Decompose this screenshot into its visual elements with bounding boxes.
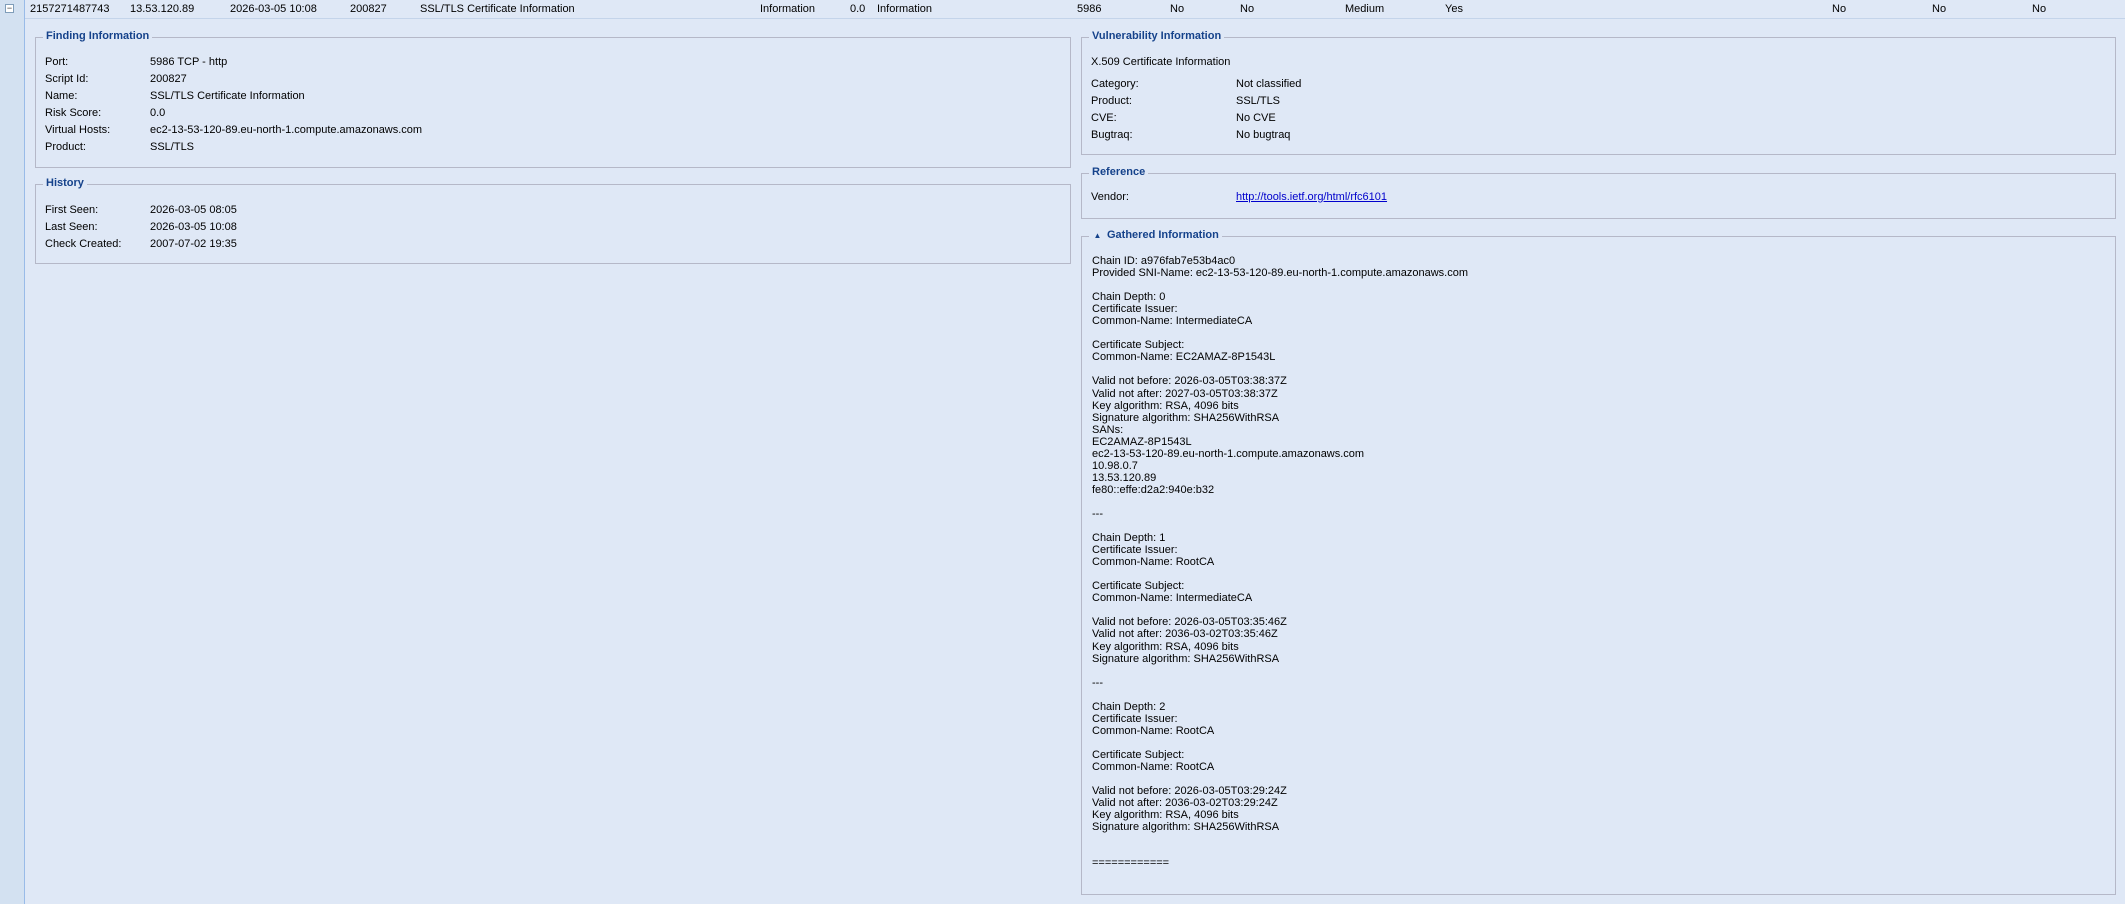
gathered-information-title: Gathered Information (1107, 229, 1219, 241)
gathered-information-text: Chain ID: a976fab7e53b4ac0 Provided SNI-… (1092, 255, 1469, 870)
field-value: SSL/TLS Certificate Information (150, 90, 305, 102)
field-value: SSL/TLS (150, 141, 195, 153)
field-value: Not classified (1236, 78, 1302, 90)
field-label: Last Seen: (45, 221, 98, 233)
field-value: 0.0 (150, 107, 166, 119)
field-label: Product: (45, 141, 86, 153)
field-label: Bugtraq: (1091, 129, 1133, 141)
field-label: Port: (45, 56, 69, 68)
row-type-cell: Information (877, 3, 933, 15)
gathered-information-legend[interactable]: ▲ Gathered Information (1089, 229, 1222, 241)
field-label: Product: (1091, 95, 1132, 107)
row-score-cell: 0.0 (850, 3, 866, 15)
field-label: Virtual Hosts: (45, 124, 111, 136)
field-label: Check Created: (45, 238, 122, 250)
row-expander-column (0, 0, 25, 904)
field-value: ec2-13-53-120-89.eu-north-1.compute.amaz… (150, 124, 423, 136)
field-label: Risk Score: (45, 107, 102, 119)
gathered-information-panel: ▲ Gathered Information Chain ID: a976fab7… (1081, 229, 2116, 895)
field-value: 2026-03-05 10:08 (150, 221, 237, 233)
field-label: Vendor: (1091, 191, 1129, 203)
row-flag-cell: No (1170, 3, 1185, 15)
row-id-cell: 2157271487743 (30, 3, 110, 15)
field-value: 200827 (150, 73, 187, 85)
field-value: 2026-03-05 08:05 (150, 204, 237, 216)
vulnerability-heading: X.509 Certificate Information (1091, 56, 1231, 68)
reference-panel: Reference Vendor: http://tools.ietf.org/… (1081, 166, 2116, 219)
row-script-id-cell: 200827 (350, 3, 387, 15)
row-ip-cell: 13.53.120.89 (130, 3, 195, 15)
row-level-cell: Medium (1345, 3, 1385, 15)
row-port-cell: 5986 (1077, 3, 1102, 15)
vendor-reference-link[interactable]: http://tools.ietf.org/html/rfc6101 (1236, 191, 1387, 203)
field-value: No CVE (1236, 112, 1276, 124)
field-label: CVE: (1091, 112, 1117, 124)
field-label: Category: (1091, 78, 1139, 90)
finding-information-title: Finding Information (43, 30, 153, 42)
reference-title: Reference (1089, 166, 1149, 178)
row-name-cell: SSL/TLS Certificate Information (420, 3, 575, 15)
finding-information-panel: Finding Information Port: 5986 TCP - htt… (35, 30, 1071, 168)
vulnerability-information-panel: Vulnerability Information X.509 Certific… (1081, 30, 2116, 155)
row-flag-cell: No (2032, 3, 2047, 15)
field-label: Script Id: (45, 73, 89, 85)
field-value: 2007-07-02 19:35 (150, 238, 237, 250)
row-severity-cell: Information (760, 3, 816, 15)
history-panel: History First Seen: 2026-03-05 08:05 Las… (35, 177, 1071, 264)
row-date-cell: 2026-03-05 10:08 (230, 3, 317, 15)
field-label: First Seen: (45, 204, 99, 216)
row-flag-cell: Yes (1445, 3, 1463, 15)
field-label: Name: (45, 90, 78, 102)
collapse-row-icon[interactable]: − (5, 4, 14, 13)
collapse-up-icon[interactable]: ▲ (1092, 231, 1103, 240)
field-value: 5986 TCP - http (150, 56, 228, 68)
history-title: History (43, 177, 87, 189)
row-flag-cell: No (1932, 3, 1947, 15)
row-flag-cell: No (1832, 3, 1847, 15)
vulnerability-information-title: Vulnerability Information (1089, 30, 1225, 42)
field-value: No bugtraq (1236, 129, 1291, 141)
table-row[interactable]: 2157271487743 13.53.120.89 2026-03-05 10… (25, 0, 2125, 19)
row-flag-cell: No (1240, 3, 1255, 15)
field-value: SSL/TLS (1236, 95, 1281, 107)
